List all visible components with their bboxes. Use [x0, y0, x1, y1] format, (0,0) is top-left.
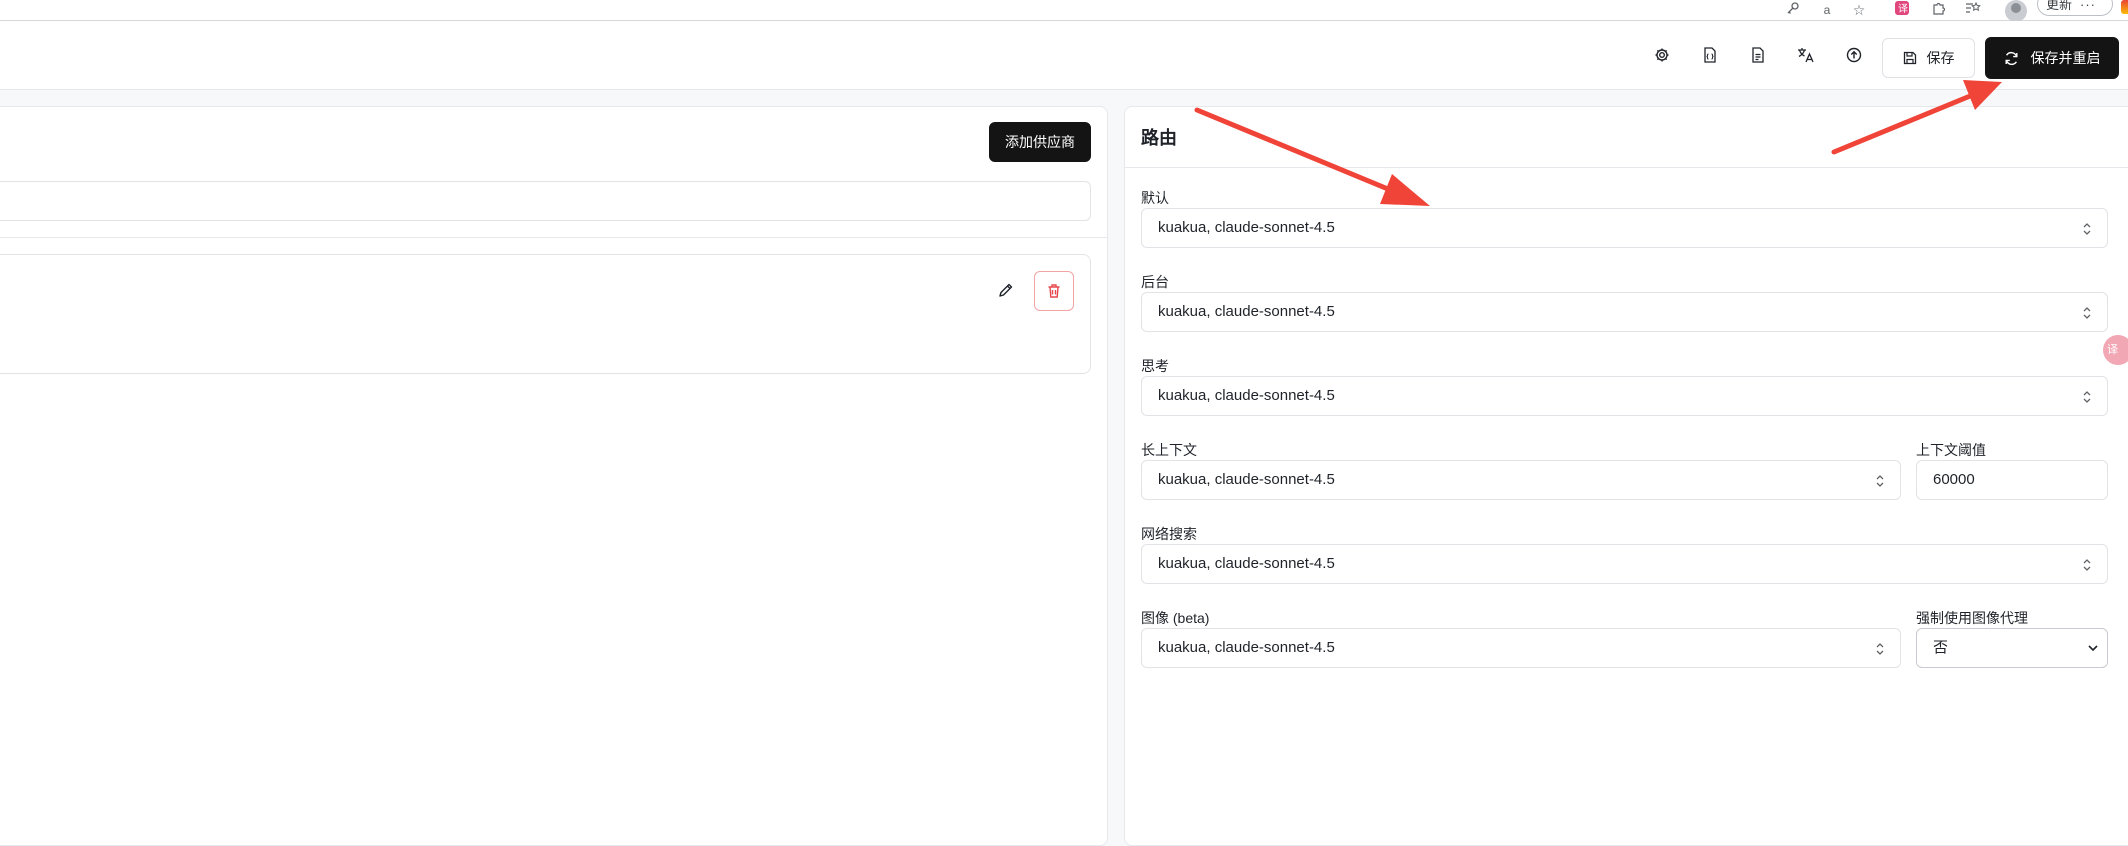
background-model-value: kuakua, claude-sonnet-4.5 — [1158, 303, 1335, 320]
browser-edge-icon — [2121, 0, 2128, 14]
background-model-select[interactable]: kuakua, claude-sonnet-4.5 — [1141, 292, 2108, 332]
routing-title: 路由 — [1141, 128, 1177, 148]
chevrons-up-down-icon — [1876, 475, 1884, 487]
save-label: 保存 — [1926, 50, 1955, 66]
think-label: 思考 — [1141, 358, 1169, 374]
file-json-icon[interactable] — [1693, 38, 1727, 72]
trash-icon — [1048, 284, 1060, 298]
translate-icon[interactable] — [1789, 38, 1823, 72]
favorites-icon[interactable] — [1964, 1, 1982, 19]
save-restart-label: 保存并重启 — [2030, 50, 2101, 66]
chevrons-up-down-icon — [2083, 307, 2091, 319]
force-image-proxy-label: 强制使用图像代理 — [1916, 610, 2028, 626]
provider-card — [0, 254, 1091, 374]
think-model-select[interactable]: kuakua, claude-sonnet-4.5 — [1141, 376, 2108, 416]
app-header: 保存 保存并重启 — [0, 21, 2128, 90]
long-context-label: 长上下文 — [1141, 442, 1197, 458]
profile-avatar[interactable] — [2005, 0, 2027, 22]
puzzle-icon[interactable] — [1929, 1, 1947, 19]
image-model-value: kuakua, claude-sonnet-4.5 — [1158, 639, 1335, 656]
chevron-down-icon — [2088, 645, 2098, 652]
long-context-model-value: kuakua, claude-sonnet-4.5 — [1158, 471, 1335, 488]
routing-divider — [1125, 167, 2128, 168]
add-provider-label: 添加供应商 — [1005, 134, 1075, 150]
add-provider-button[interactable]: 添加供应商 — [989, 122, 1091, 162]
background-label: 后台 — [1141, 274, 1169, 290]
key-icon[interactable] — [1784, 1, 1802, 19]
long-context-model-select[interactable]: kuakua, claude-sonnet-4.5 — [1141, 460, 1901, 500]
read-aloud-icon[interactable]: aあ — [1818, 1, 1836, 35]
star-icon[interactable]: ☆ — [1850, 1, 1868, 19]
chevrons-up-down-icon — [2083, 391, 2091, 403]
translate-ext-icon[interactable]: 译 — [1893, 1, 1911, 19]
web-search-label: 网络搜索 — [1141, 526, 1197, 542]
delete-provider-button[interactable] — [1034, 271, 1074, 311]
update-label: 更新 — [2046, 0, 2073, 12]
file-text-icon[interactable] — [1741, 38, 1775, 72]
save-icon — [1903, 51, 1916, 65]
edit-icon[interactable] — [994, 278, 1018, 302]
save-button[interactable]: 保存 — [1882, 38, 1975, 78]
provider-search-input[interactable] — [0, 181, 1091, 221]
floating-translate-icon[interactable]: 译 — [2103, 335, 2128, 365]
think-model-value: kuakua, claude-sonnet-4.5 — [1158, 387, 1335, 404]
context-threshold-label: 上下文阈值 — [1916, 442, 1986, 458]
chevrons-up-down-icon — [2083, 559, 2091, 571]
default-model-value: kuakua, claude-sonnet-4.5 — [1158, 219, 1335, 236]
web-search-model-select[interactable]: kuakua, claude-sonnet-4.5 — [1141, 544, 2108, 584]
chevrons-up-down-icon — [2083, 223, 2091, 235]
web-search-model-value: kuakua, claude-sonnet-4.5 — [1158, 555, 1335, 572]
update-button[interactable]: 更新 ··· — [2037, 0, 2113, 16]
force-image-proxy-select[interactable]: 否 — [1916, 628, 2108, 668]
save-restart-button[interactable]: 保存并重启 — [1985, 37, 2119, 79]
image-model-select[interactable]: kuakua, claude-sonnet-4.5 — [1141, 628, 1901, 668]
upload-icon[interactable] — [1837, 38, 1871, 72]
force-image-proxy-value: 否 — [1933, 639, 1949, 656]
browser-toolbar: aあ ☆ 译 更新 ··· — [0, 0, 2128, 35]
context-threshold-value: 60000 — [1933, 471, 1975, 488]
image-label: 图像 (beta) — [1141, 610, 1210, 626]
gear-icon[interactable] — [1645, 38, 1679, 72]
default-label: 默认 — [1141, 190, 1169, 206]
default-model-select[interactable]: kuakua, claude-sonnet-4.5 — [1141, 208, 2108, 248]
more-icon: ··· — [2080, 0, 2097, 12]
context-threshold-input[interactable]: 60000 — [1916, 460, 2108, 500]
svg-text:译: 译 — [1898, 3, 1908, 15]
chevrons-up-down-icon — [1876, 643, 1884, 655]
refresh-icon — [2005, 51, 2017, 65]
providers-divider — [0, 237, 1107, 238]
